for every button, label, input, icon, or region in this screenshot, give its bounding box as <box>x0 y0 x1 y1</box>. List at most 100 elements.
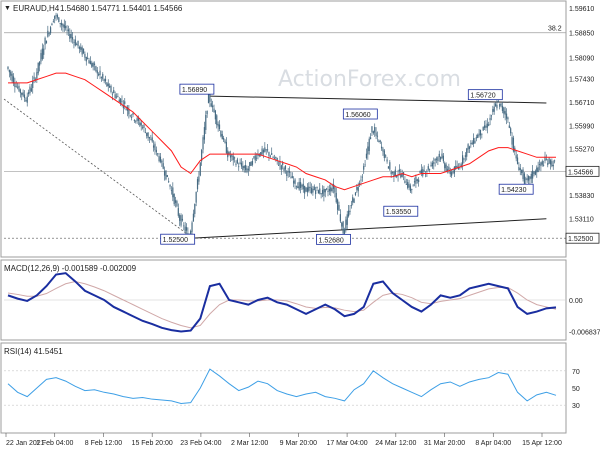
candle-body <box>73 41 75 43</box>
price-y-tick-label: 1.56710 <box>569 100 594 107</box>
candle-body <box>221 134 223 140</box>
candle-body <box>488 124 490 126</box>
candle-body <box>60 22 63 26</box>
candle-body <box>214 110 216 120</box>
chart: ActionForex.com ▼ EURAUD,H4 1.54680 1.54… <box>0 0 600 450</box>
candle-body <box>18 85 20 91</box>
candle-body <box>115 96 118 98</box>
candle-body <box>302 183 304 190</box>
candle-body <box>176 201 178 207</box>
candle-body <box>290 177 292 179</box>
candle-body <box>106 82 108 87</box>
candle-body <box>390 171 392 175</box>
candle-body <box>316 186 318 189</box>
candle-body <box>284 165 287 170</box>
candle-body <box>532 170 534 179</box>
candle-body <box>174 200 177 203</box>
price-pane-border <box>0 0 567 258</box>
candle-body <box>398 169 401 172</box>
candle-body <box>489 117 491 121</box>
candle-body <box>481 133 483 135</box>
candle-body <box>387 166 390 169</box>
candle-body <box>33 76 35 80</box>
rsi-y-tick-label: 50 <box>572 386 580 393</box>
candle-body <box>463 158 465 160</box>
candle-body <box>250 161 252 166</box>
candle-body <box>109 85 111 88</box>
candle-body <box>286 171 288 177</box>
candle-body <box>205 114 207 130</box>
candle-body <box>297 186 299 189</box>
macd-y-tick-label: -0.006837 <box>569 330 600 337</box>
candle-body <box>330 187 332 192</box>
candle-body <box>110 85 112 93</box>
candle-body <box>272 157 274 158</box>
candle-body <box>500 103 502 106</box>
candle-body <box>427 166 429 170</box>
candle-body <box>312 189 314 193</box>
candle-body <box>223 137 225 140</box>
candle-body <box>282 163 284 165</box>
candle-body <box>422 169 424 176</box>
candle-body <box>206 110 208 115</box>
candle-body <box>497 100 499 102</box>
candle-body <box>191 222 193 232</box>
rsi-title: RSI(14) 41.5451 <box>4 347 63 356</box>
candle-body <box>44 37 46 45</box>
candle-body <box>114 94 116 99</box>
candle-body <box>429 169 431 171</box>
candle-body <box>350 204 352 206</box>
candle-body <box>170 190 173 192</box>
candle-body <box>67 29 70 32</box>
candle-body <box>85 56 87 62</box>
candle-body <box>243 165 245 169</box>
candle-body <box>258 155 260 157</box>
candle-body <box>172 187 174 198</box>
rsi-pane-border <box>0 342 567 434</box>
candle-body <box>209 93 211 102</box>
candle-body <box>43 48 45 55</box>
x-tick-label: 15 Apr 12:00 <box>522 440 562 447</box>
candle-body <box>181 218 184 221</box>
candle-body <box>253 156 255 158</box>
candle-body <box>133 120 135 121</box>
candle-body <box>331 188 333 192</box>
candle-body <box>10 71 12 76</box>
macd-y-tick-label: 0.00 <box>569 298 583 305</box>
candle-body <box>338 205 340 211</box>
x-tick-label: 1 Feb 04:00 <box>36 440 73 447</box>
candle-body <box>89 61 92 65</box>
candle-body <box>472 138 475 145</box>
candle-body <box>371 126 373 133</box>
candle-body <box>262 149 265 153</box>
price-annotation-label: 1.52680 <box>318 237 343 244</box>
chart-svg: ActionForex.com ▼ EURAUD,H4 1.54680 1.54… <box>0 0 600 447</box>
candle-body <box>507 117 509 120</box>
candle-body <box>124 101 126 104</box>
macd-title: MACD(12,26,9) -0.001589 -0.002009 <box>4 264 137 273</box>
candle-body <box>22 92 24 96</box>
candle-body <box>324 189 326 193</box>
candle-body <box>242 166 244 171</box>
candle-body <box>275 156 277 159</box>
candle-body <box>59 23 61 24</box>
price-y-tick-label: 1.58850 <box>569 31 594 38</box>
candle-body <box>65 25 67 29</box>
candle-body <box>28 92 30 95</box>
candle-body <box>319 188 321 194</box>
price-annotation: 1.56890 <box>179 83 215 95</box>
candle-body <box>449 171 451 175</box>
candle-body <box>419 171 421 173</box>
candle-body <box>492 109 494 112</box>
candle-body <box>511 137 513 145</box>
candle-body <box>345 219 347 230</box>
candle-body <box>232 156 234 161</box>
price-annotation: 1.54230 <box>498 183 534 195</box>
candle-body <box>364 164 366 166</box>
candle-body <box>386 159 388 162</box>
candle-body <box>125 109 127 111</box>
candle-body <box>405 184 407 186</box>
candle-body <box>293 180 295 184</box>
price-annotation-label: 1.52500 <box>163 237 188 244</box>
candle-body <box>554 160 556 162</box>
